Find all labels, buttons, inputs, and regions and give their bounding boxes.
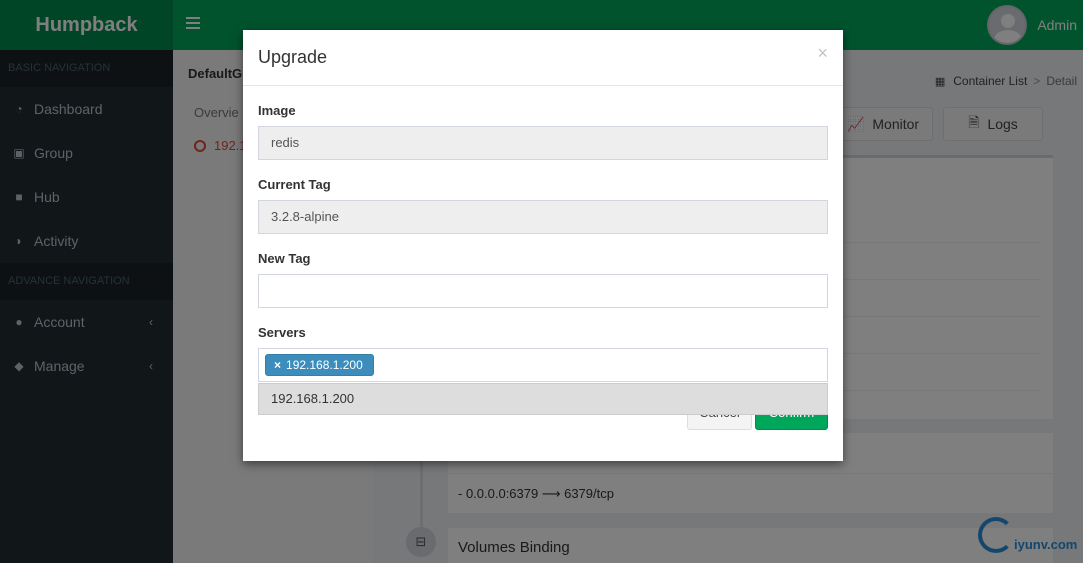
remove-chip-icon[interactable]: × <box>274 355 281 375</box>
modal-header: Upgrade × <box>243 30 843 86</box>
modal-title: Upgrade <box>258 47 328 67</box>
close-icon[interactable]: × <box>817 44 828 62</box>
server-chip: × 192.168.1.200 <box>265 354 374 376</box>
upgrade-modal: Upgrade × Image redis Current Tag 3.2.8-… <box>243 30 843 461</box>
server-chip-label: 192.168.1.200 <box>286 358 363 372</box>
current-tag-label: Current Tag <box>258 177 331 192</box>
image-label: Image <box>258 103 296 118</box>
servers-label: Servers <box>258 325 306 340</box>
new-tag-input[interactable] <box>258 274 828 308</box>
image-field: redis <box>258 126 828 160</box>
new-tag-label: New Tag <box>258 251 311 266</box>
servers-select[interactable]: × 192.168.1.200 <box>258 348 828 382</box>
current-tag-field: 3.2.8-alpine <box>258 200 828 234</box>
servers-dropdown-option[interactable]: 192.168.1.200 <box>258 383 828 415</box>
